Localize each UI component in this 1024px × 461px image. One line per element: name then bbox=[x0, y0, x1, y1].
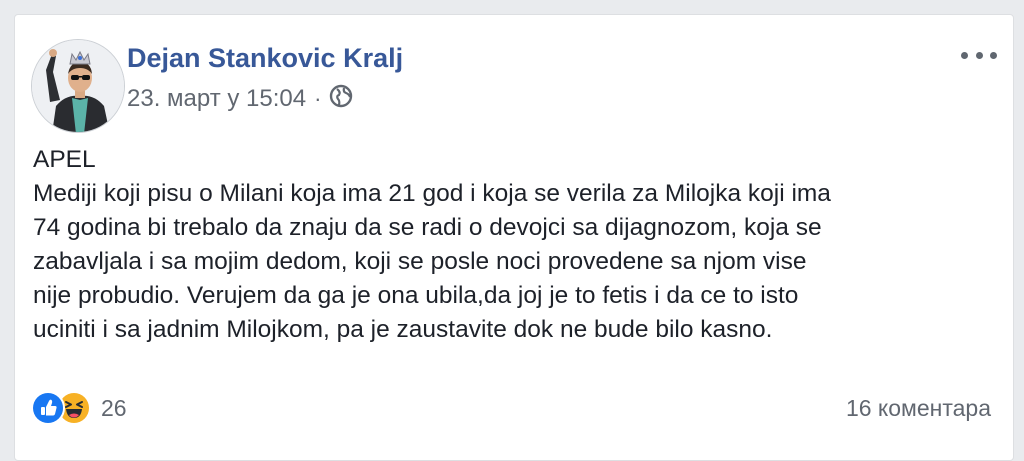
like-icon bbox=[31, 391, 65, 425]
post-timestamp[interactable]: 23. март у 15:04 bbox=[127, 85, 306, 113]
comments-count-link[interactable]: 16 коментара bbox=[846, 395, 991, 422]
meta-separator: · bbox=[314, 86, 322, 111]
post-card: Dejan Stankovic Kralj 23. март у 15:04 ·… bbox=[14, 14, 1014, 461]
post-author-name[interactable]: Dejan Stankovic Kralj bbox=[127, 43, 403, 74]
post-body: APEL Mediji koji pisu o Milani koja ima … bbox=[33, 143, 1003, 347]
reactions-summary[interactable]: 26 bbox=[31, 391, 127, 425]
post-text-line: APEL bbox=[33, 146, 96, 173]
post-meta: 23. март у 15:04 · bbox=[127, 84, 353, 115]
post-text-line: nije probudio. Verujem da ga je ona ubil… bbox=[33, 282, 799, 309]
post-text-line: uciniti i sa jadnim Milojkom, pa je zaus… bbox=[33, 316, 773, 343]
more-options-icon[interactable] bbox=[961, 45, 997, 65]
globe-icon[interactable] bbox=[329, 84, 353, 115]
post-text-line: 74 godina bi trebalo da znaju da se radi… bbox=[33, 214, 822, 241]
post-text-line: Mediji koji pisu o Milani koja ima 21 go… bbox=[33, 180, 831, 207]
reaction-count: 26 bbox=[101, 394, 127, 421]
post-text-line: zabavljala i sa mojim dedom, koji se pos… bbox=[33, 248, 807, 275]
avatar[interactable] bbox=[31, 39, 125, 133]
avatar-image bbox=[32, 40, 124, 132]
